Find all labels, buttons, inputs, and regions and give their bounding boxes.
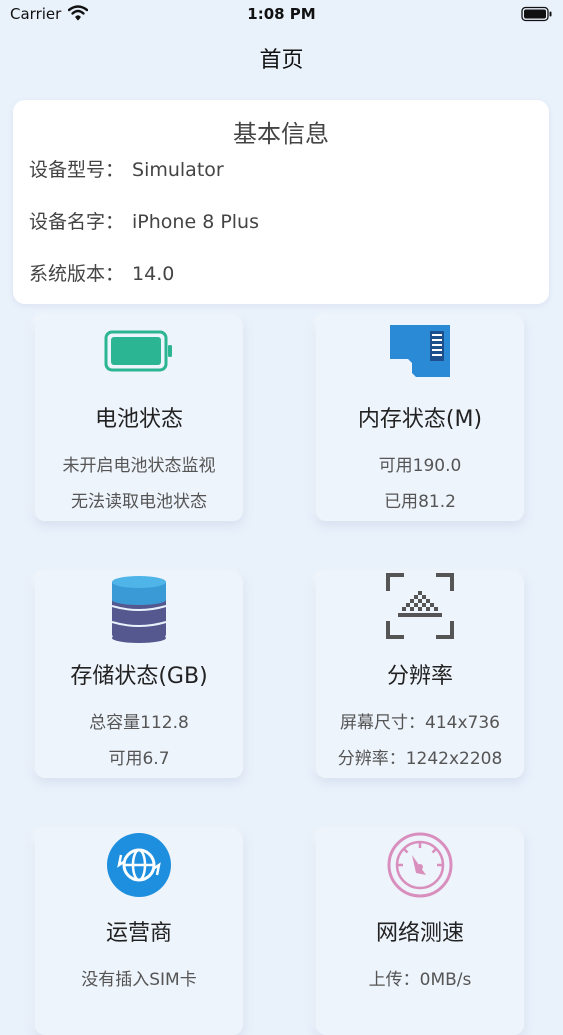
page-title: 首页 <box>259 48 304 73</box>
carrier-sim-status: 没有插入SIM卡 <box>81 970 197 990</box>
resolution-card[interactable]: 分辨率 屏幕尺寸：414x736 分辨率：1242x2208 <box>316 573 524 778</box>
battery-card-title: 电池状态 <box>94 407 183 432</box>
storage-total-label: 总容量 <box>89 713 141 733</box>
battery-card[interactable]: 电池状态 未开启电池状态监视 无法读取电池状态 <box>35 316 243 521</box>
upload-speed: 上传：0MB/s <box>316 965 524 990</box>
resolution-card-title: 分辨率 <box>386 664 453 689</box>
memory-card-title: 内存状态(M) <box>357 407 483 432</box>
memory-available: 可用190.0 <box>316 451 524 476</box>
globe-icon <box>35 830 243 900</box>
screen-resolution: 分辨率：1242x2208 <box>316 744 524 769</box>
screen-resolution-value: 1242x2208 <box>405 749 503 769</box>
battery-monitor-status: 未开启电池状态监视 <box>62 456 216 476</box>
memory-available-label: 可用 <box>378 456 413 476</box>
basic-info-card: 基本信息 设备型号： Simulator 设备名字： iPhone 8 Plus 系… <box>13 100 549 304</box>
system-version-row: 系统版本： 14.0 <box>29 259 174 286</box>
scan-frame-icon <box>316 573 524 639</box>
device-name-value: iPhone 8 Plus <box>132 211 259 233</box>
network-speed-card-title: 网络测速 <box>375 921 464 946</box>
database-icon <box>35 573 243 645</box>
status-bar: Carrier 1:08 PM <box>0 0 563 30</box>
carrier-card[interactable]: 运营商 没有插入SIM卡 <box>35 830 243 1035</box>
battery-icon <box>35 316 243 386</box>
upload-speed-value: 0MB/s <box>419 970 472 990</box>
device-model-label: 设备型号： <box>29 159 125 181</box>
memory-used-label: 已用 <box>384 492 419 512</box>
storage-available: 可用6.7 <box>35 744 243 769</box>
screen-size-value: 414x736 <box>425 713 500 733</box>
device-model-row: 设备型号： Simulator <box>29 155 224 182</box>
screen-size-label: 屏幕尺寸： <box>340 713 426 733</box>
storage-total: 总容量112.8 <box>35 708 243 733</box>
memory-card[interactable]: 内存状态(M) 可用190.0 已用81.2 <box>316 316 524 521</box>
memory-used: 已用81.2 <box>316 487 524 512</box>
sd-card-icon <box>316 316 524 386</box>
screen-size: 屏幕尺寸：414x736 <box>316 708 524 733</box>
device-name-row: 设备名字： iPhone 8 Plus <box>29 207 259 234</box>
memory-available-value: 190.0 <box>412 456 462 476</box>
upload-speed-label: 上传： <box>368 970 420 990</box>
system-version-label: 系统版本： <box>29 263 125 285</box>
storage-available-value: 6.7 <box>142 749 170 769</box>
storage-card[interactable]: 存储状态(GB) 总容量112.8 可用6.7 <box>35 573 243 778</box>
basic-info-title: 基本信息 <box>233 120 329 148</box>
battery-read-status: 无法读取电池状态 <box>71 492 207 512</box>
device-name-label: 设备名字： <box>29 211 125 233</box>
system-version-value: 14.0 <box>132 263 175 285</box>
storage-available-label: 可用 <box>108 749 143 769</box>
network-speed-card[interactable]: 网络测速 上传：0MB/s <box>316 830 524 1035</box>
storage-total-value: 112.8 <box>140 713 189 733</box>
battery-status-icon <box>521 6 553 26</box>
screen-resolution-label: 分辨率： <box>337 749 406 769</box>
clock: 1:08 PM <box>247 5 316 23</box>
carrier-card-title: 运营商 <box>105 921 172 946</box>
storage-card-title: 存储状态(GB) <box>70 664 208 689</box>
speedometer-icon <box>316 830 524 900</box>
memory-used-value: 81.2 <box>418 492 456 512</box>
device-model-value: Simulator <box>132 159 224 181</box>
